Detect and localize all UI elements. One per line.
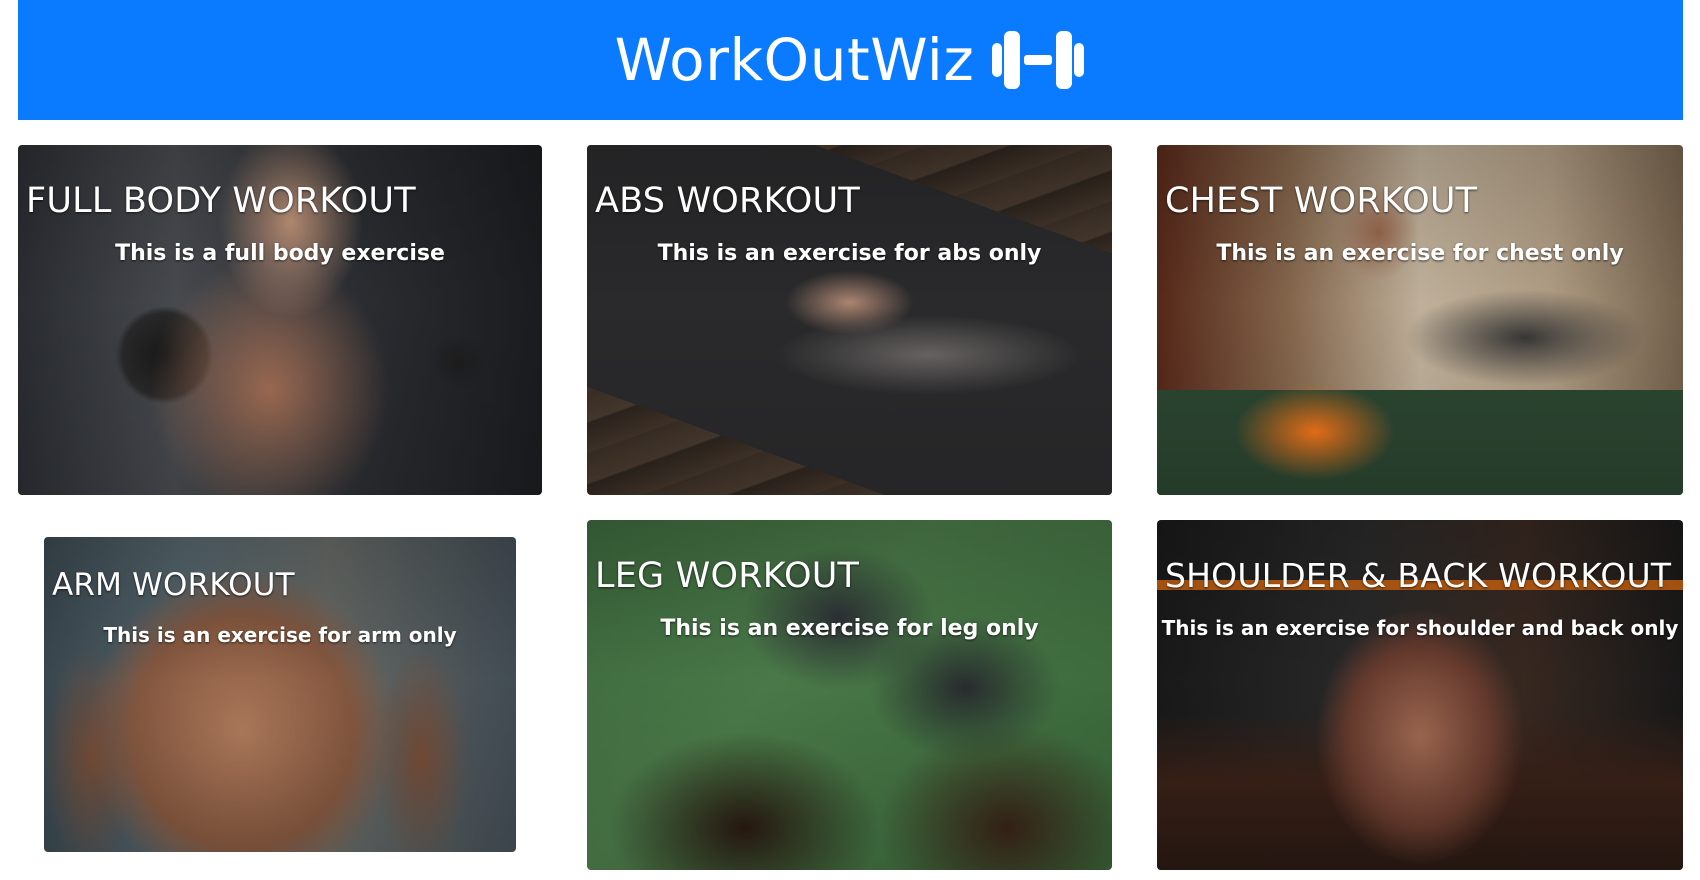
- workout-card-arm[interactable]: ARM WORKOUT This is an exercise for arm …: [44, 537, 516, 852]
- card-title: CHEST WORKOUT: [1165, 181, 1478, 221]
- card-description: This is a full body exercise: [115, 241, 445, 266]
- workout-card-abs[interactable]: ABS WORKOUT This is an exercise for abs …: [587, 145, 1112, 495]
- workout-card-full-body[interactable]: FULL BODY WORKOUT This is a full body ex…: [18, 145, 542, 495]
- card-title: ARM WORKOUT: [52, 567, 295, 603]
- app-header: WorkOutWiz: [18, 0, 1683, 120]
- card-title: LEG WORKOUT: [595, 556, 860, 596]
- card-description: This is an exercise for abs only: [657, 241, 1042, 266]
- workout-card-chest[interactable]: CHEST WORKOUT This is an exercise for ch…: [1157, 145, 1683, 495]
- workout-card-leg[interactable]: LEG WORKOUT This is an exercise for leg …: [587, 520, 1112, 870]
- brand[interactable]: WorkOutWiz: [615, 25, 1087, 95]
- card-description: This is an exercise for shoulder and bac…: [1161, 616, 1679, 640]
- card-title: SHOULDER & BACK WORKOUT: [1165, 556, 1672, 595]
- app-title: WorkOutWiz: [614, 26, 975, 94]
- card-title: FULL BODY WORKOUT: [26, 181, 416, 221]
- card-title: ABS WORKOUT: [595, 181, 860, 221]
- card-description: This is an exercise for arm only: [103, 623, 457, 647]
- card-description: This is an exercise for leg only: [660, 616, 1039, 641]
- dumbbell-icon: [992, 31, 1085, 89]
- workout-card-shoulder-back[interactable]: SHOULDER & BACK WORKOUT This is an exerc…: [1157, 520, 1683, 870]
- card-description: This is an exercise for chest only: [1216, 241, 1624, 266]
